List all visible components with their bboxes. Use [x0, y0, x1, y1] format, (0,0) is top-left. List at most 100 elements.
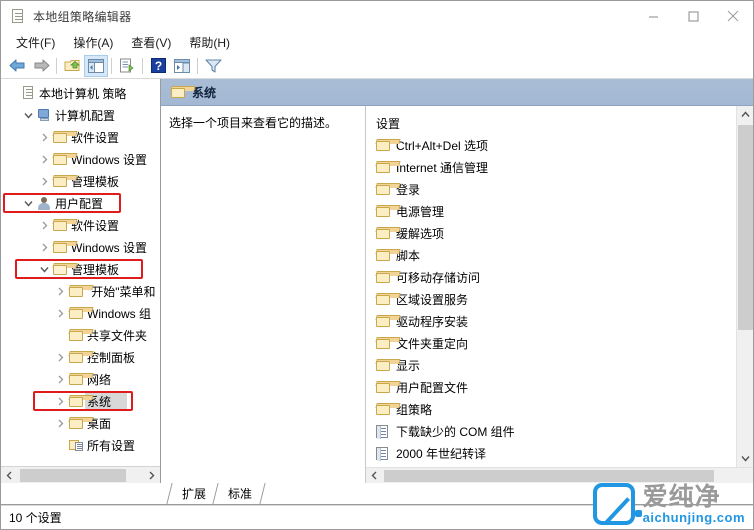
tree-node[interactable]: 桌面: [1, 412, 160, 434]
chevron-right-icon[interactable]: [37, 243, 51, 252]
export-list-icon[interactable]: [115, 55, 139, 77]
close-button[interactable]: [713, 1, 753, 31]
back-icon[interactable]: [5, 55, 29, 77]
chevron-right-icon[interactable]: [53, 353, 67, 362]
list-item[interactable]: 显示: [375, 354, 736, 376]
properties-icon[interactable]: [170, 55, 194, 77]
tree-node[interactable]: 控制面板: [1, 346, 160, 368]
folder-icon: [375, 227, 401, 239]
chevron-right-icon[interactable]: [37, 177, 51, 186]
filter-icon[interactable]: [201, 55, 225, 77]
list-item[interactable]: 区域设置服务: [375, 288, 736, 310]
folder-icon: [375, 293, 401, 305]
forward-icon[interactable]: [29, 55, 53, 77]
console-tree-pane: 本地计算机 策略 计算机配置 软件设置 Windows 设置 管理模板 用户配置 软件设置 W…: [1, 79, 161, 483]
tree-node[interactable]: 计算机配置: [1, 104, 160, 126]
results-pane: 系统 选择一个项目来查看它的描述。 设置 Ctrl+Alt+Del 选项 Inte…: [161, 79, 753, 483]
list-item[interactable]: 登录: [375, 178, 736, 200]
list-item[interactable]: 驱动程序安装: [375, 310, 736, 332]
policy-setting-icon: [376, 424, 388, 439]
tree-node[interactable]: 共享文件夹: [1, 324, 160, 346]
list-item[interactable]: 缓解选项: [375, 222, 736, 244]
folder-icon: [170, 86, 196, 98]
tree-node[interactable]: 本地计算机 策略: [1, 82, 160, 104]
tree-node[interactable]: "开始"菜单和: [1, 280, 160, 302]
list-item[interactable]: 下载缺少的 COM 组件: [376, 420, 736, 442]
list-item[interactable]: 2000 年世纪转译: [376, 442, 736, 464]
tree-node[interactable]: 用户配置: [1, 192, 160, 214]
tab-standard[interactable]: 标准: [212, 483, 266, 504]
up-folder-icon[interactable]: [60, 55, 84, 77]
list-item[interactable]: 脚本: [375, 244, 736, 266]
tree-node[interactable]: Windows 组: [1, 302, 160, 324]
folder-icon: [51, 219, 78, 231]
chevron-down-icon[interactable]: [37, 266, 51, 273]
chevron-down-icon[interactable]: [21, 200, 35, 207]
help-icon[interactable]: ?: [146, 55, 170, 77]
list-item[interactable]: 电源管理: [375, 200, 736, 222]
list-scroll-left-icon[interactable]: [366, 468, 383, 483]
tab-extended[interactable]: 扩展: [166, 483, 220, 504]
folder-icon: [375, 139, 401, 151]
list-vertical-scrollbar[interactable]: [736, 106, 753, 467]
folder-icon: [375, 359, 401, 371]
scroll-left-icon[interactable]: [1, 468, 18, 483]
scroll-up-icon[interactable]: [737, 106, 753, 123]
list-item[interactable]: 组策略: [375, 398, 736, 420]
console-tree[interactable]: 本地计算机 策略 计算机配置 软件设置 Windows 设置 管理模板 用户配置 软件设置 W…: [1, 79, 160, 466]
list-item[interactable]: 可移动存储访问: [375, 266, 736, 288]
tree-node[interactable]: 软件设置: [1, 126, 160, 148]
root-policy-icon: [19, 86, 37, 100]
chevron-right-icon[interactable]: [53, 419, 67, 428]
group-policy-editor-window: 本地组策略编辑器 文件(F) 操作(A) 查看(V) 帮助(H) ? 本地计算机…: [0, 0, 754, 530]
tree-hscroll-thumb[interactable]: [20, 468, 126, 482]
folder-icon: [68, 373, 94, 385]
list-item-label: Ctrl+Alt+Del 选项: [396, 138, 489, 153]
tree-node[interactable]: 所有设置: [1, 434, 160, 456]
scroll-down-icon[interactable]: [737, 450, 753, 467]
folder-icon: [375, 271, 401, 283]
menu-help[interactable]: 帮助(H): [180, 32, 239, 53]
settings-column-header[interactable]: 设置: [376, 112, 736, 134]
chevron-right-icon[interactable]: [37, 155, 51, 164]
show-hide-tree-icon[interactable]: [84, 54, 108, 77]
chevron-right-icon[interactable]: [53, 287, 67, 296]
maximize-button[interactable]: [673, 1, 713, 31]
tree-node[interactable]: Windows 设置: [1, 148, 160, 170]
list-item[interactable]: Internet 通信管理: [375, 156, 736, 178]
minimize-button[interactable]: [633, 1, 673, 31]
tree-horizontal-scrollbar[interactable]: [1, 466, 160, 483]
folder-open-icon: [51, 263, 78, 275]
chevron-right-icon[interactable]: [37, 221, 51, 230]
chevron-down-icon[interactable]: [21, 112, 35, 119]
folder-icon: [67, 307, 94, 319]
folder-icon: [375, 205, 401, 217]
scroll-right-icon[interactable]: [143, 468, 160, 483]
list-vscroll-thumb[interactable]: [738, 125, 753, 330]
list-vscroll-track[interactable]: [737, 123, 753, 450]
tree-hscroll-track[interactable]: [18, 467, 143, 483]
menu-action[interactable]: 操作(A): [64, 32, 122, 53]
tree-node[interactable]: 网络: [1, 368, 160, 390]
tree-node[interactable]: 管理模板: [1, 170, 160, 192]
chevron-right-icon[interactable]: [53, 309, 67, 318]
chevron-right-icon[interactable]: [53, 375, 67, 384]
tree-node[interactable]: Windows 设置: [1, 236, 160, 258]
list-hscroll-thumb[interactable]: [384, 470, 714, 482]
user-config-icon: [37, 196, 52, 210]
chevron-right-icon[interactable]: [37, 133, 51, 142]
list-item[interactable]: 文件夹重定向: [375, 332, 736, 354]
menu-file[interactable]: 文件(F): [7, 32, 64, 53]
settings-list[interactable]: 设置 Ctrl+Alt+Del 选项 Internet 通信管理 登录 电源管理 缓解选…: [366, 106, 736, 467]
folder-icon: [52, 131, 78, 143]
list-item-label: 文件夹重定向: [396, 336, 469, 351]
tree-node[interactable]: 软件设置: [1, 214, 160, 236]
list-item[interactable]: 用户配置文件: [375, 376, 736, 398]
menu-view[interactable]: 查看(V): [122, 32, 180, 53]
list-horizontal-scrollbar[interactable]: [366, 467, 753, 483]
tree-node[interactable]: 系统: [1, 390, 160, 412]
chevron-right-icon[interactable]: [53, 397, 67, 406]
tree-node[interactable]: 管理模板: [1, 258, 160, 280]
tree-node-label: 共享文件夹: [87, 328, 148, 343]
list-item[interactable]: Ctrl+Alt+Del 选项: [375, 134, 736, 156]
